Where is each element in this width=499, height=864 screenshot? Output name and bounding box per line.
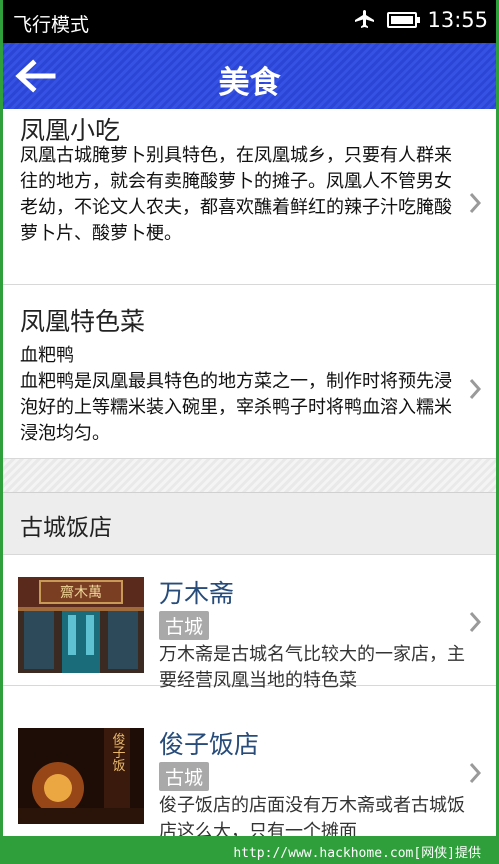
restaurant-photo: 齋木萬 bbox=[18, 577, 144, 673]
section-divider bbox=[3, 459, 496, 493]
chevron-right-icon bbox=[469, 763, 482, 783]
restaurant-photo: 俊子饭 bbox=[18, 728, 144, 824]
status-bar: 飞行模式 13:55 bbox=[3, 0, 496, 43]
list-item-specialty[interactable]: 凤凰特色菜 血粑鸭 血粑鸭是凤凰最具特色的地方菜之一，制作时将预先浸泡好的上等糯… bbox=[3, 285, 496, 459]
status-icons: 13:55 bbox=[353, 8, 488, 32]
location-tag: 古城 bbox=[159, 762, 210, 791]
restaurant-name: 俊子饭店 bbox=[159, 730, 260, 759]
item-title: 凤凰小吃 bbox=[20, 116, 121, 145]
list-item-snacks[interactable]: 凤凰小吃 凤凰古城腌萝卜别具特色，在凤凰城乡，只要有人群来往的地方，就会有卖腌酸… bbox=[3, 109, 496, 285]
item-subtitle: 血粑鸭 bbox=[20, 345, 74, 366]
clock: 13:55 bbox=[427, 8, 488, 32]
top-app-bar: 美食 bbox=[3, 43, 496, 109]
watermark-text: http://www.hackhome.com[网侠]提供 bbox=[233, 846, 481, 861]
item-text: 凤凰古城腌萝卜别具特色，在凤凰城乡，只要有人群来往的地方，就会有卖腌酸萝卜的摊子… bbox=[20, 145, 452, 244]
watermark-footer: http://www.hackhome.com[网侠]提供 bbox=[0, 836, 499, 864]
svg-text:齋木萬: 齋木萬 bbox=[60, 584, 102, 601]
restaurant-item[interactable]: 齋木萬 万木斋 古城 万木斋是古城名气比较大的一家店，主要经营凤凰当地的特色菜 bbox=[3, 556, 496, 691]
airplane-icon bbox=[355, 10, 375, 28]
location-tag: 古城 bbox=[159, 611, 210, 640]
restaurant-desc: 俊子饭店的店面没有万木斋或者古城饭店这么大，只有一个摊面 bbox=[159, 795, 465, 836]
chevron-right-icon bbox=[469, 193, 482, 213]
chevron-right-icon bbox=[469, 379, 482, 399]
restaurant-item[interactable]: 俊子饭 俊子饭店 古城 俊子饭店的店面没有万木斋或者古城饭店这么大，只有一个摊面 bbox=[3, 707, 496, 836]
restaurant-name: 万木斋 bbox=[159, 579, 235, 608]
airplane-mode-label: 飞行模式 bbox=[13, 14, 90, 36]
chevron-right-icon bbox=[469, 612, 482, 632]
svg-text:俊子饭: 俊子饭 bbox=[110, 733, 126, 772]
battery-icon bbox=[387, 12, 421, 28]
scroll-content[interactable]: 凤凰小吃 凤凰古城腌萝卜别具特色，在凤凰城乡，只要有人群来往的地方，就会有卖腌酸… bbox=[3, 109, 496, 836]
item-text: 血粑鸭是凤凰最具特色的地方菜之一，制作时将预先浸泡好的上等糯米装入碗里，宰杀鸭子… bbox=[20, 371, 452, 444]
section-title: 古城饭店 bbox=[20, 515, 112, 541]
page-title: 美食 bbox=[218, 65, 281, 101]
restaurant-desc: 万木斋是古城名气比较大的一家店，主要经营凤凰当地的特色菜 bbox=[159, 644, 465, 691]
item-title: 凤凰特色菜 bbox=[20, 307, 146, 336]
section-header: 古城饭店 bbox=[3, 493, 496, 555]
